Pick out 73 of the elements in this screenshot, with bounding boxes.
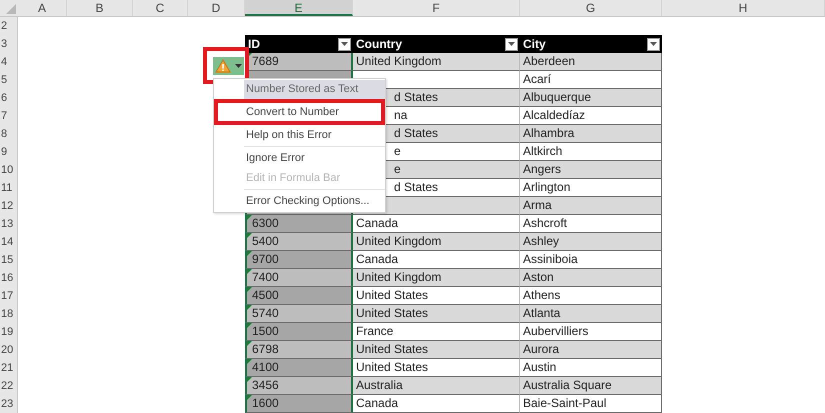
filter-button[interactable] — [338, 38, 351, 50]
filter-button[interactable] — [647, 38, 660, 50]
table-cell: Aston — [520, 269, 662, 287]
table-cell: 7400 — [245, 269, 353, 287]
table-cell: 1500 — [245, 323, 353, 341]
table-cell: Atlanta — [520, 305, 662, 323]
row-header[interactable]: 2 — [0, 17, 18, 35]
table-cell: Australia Square — [520, 377, 662, 395]
row-header[interactable]: 21 — [0, 359, 18, 377]
row-header[interactable]: 4 — [0, 53, 18, 71]
table-cell: Alhambra — [520, 125, 662, 143]
table-cell: 4100 — [245, 359, 353, 377]
table-cell: 9700 — [245, 251, 353, 269]
row-header[interactable]: 20 — [0, 341, 18, 359]
table-cell: 5740 — [245, 305, 353, 323]
row-header[interactable]: 22 — [0, 377, 18, 395]
table-cell: Arma — [520, 197, 662, 215]
caret-icon — [341, 42, 348, 46]
column-header[interactable]: E — [245, 0, 353, 16]
row-header[interactable]: 7 — [0, 107, 18, 125]
row-header[interactable]: 5 — [0, 71, 18, 89]
row-header[interactable]: 18 — [0, 305, 18, 323]
column-header[interactable]: H — [662, 0, 825, 16]
column-header[interactable]: G — [520, 0, 662, 16]
menu-header: Number Stored as Text — [244, 80, 385, 99]
table-cell: United States — [353, 341, 520, 359]
column-title: ID — [248, 37, 260, 51]
table-cell: United States — [353, 305, 520, 323]
row-header[interactable]: 11 — [0, 179, 18, 197]
column-title: City — [523, 37, 546, 51]
table-cell: Albuquerque — [520, 89, 662, 107]
column-header[interactable]: F — [353, 0, 520, 16]
row-header[interactable]: 16 — [0, 269, 18, 287]
row-header[interactable]: 12 — [0, 197, 18, 215]
table-cell: United Kingdom — [353, 233, 520, 251]
row-header[interactable]: 14 — [0, 233, 18, 251]
row-header[interactable]: 19 — [0, 323, 18, 341]
table-cell: Australia — [353, 377, 520, 395]
column-header[interactable]: A — [18, 0, 67, 16]
table-cell: 6300 — [245, 215, 353, 233]
column-header[interactable]: B — [67, 0, 133, 16]
row-header[interactable]: 9 — [0, 143, 18, 161]
warning-icon — [215, 59, 231, 73]
row-header[interactable]: 23 — [0, 395, 18, 413]
row-header[interactable]: 8 — [0, 125, 18, 143]
caret-icon — [235, 64, 242, 68]
row-header[interactable]: 17 — [0, 287, 18, 305]
row-header[interactable]: 13 — [0, 215, 18, 233]
table-cell: United Kingdom — [353, 53, 520, 71]
table-cell: Canada — [353, 395, 520, 413]
caret-icon — [650, 42, 657, 46]
table-cell: 6798 — [245, 341, 353, 359]
table-cell: 5400 — [245, 233, 353, 251]
row-header[interactable]: 15 — [0, 251, 18, 269]
caret-icon — [508, 42, 515, 46]
table-cell: United Kingdom — [353, 269, 520, 287]
table-cell: Aberdeen — [520, 53, 662, 71]
table-cell: Baie-Saint-Paul — [520, 395, 662, 413]
row-header[interactable]: 10 — [0, 161, 18, 179]
column-header[interactable]: C — [133, 0, 188, 16]
table-cell: Ashley — [520, 233, 662, 251]
table-cell: 4500 — [245, 287, 353, 305]
menu-item: Edit in Formula Bar — [245, 171, 342, 186]
column-title: Country — [356, 37, 402, 51]
menu-item[interactable]: Convert to Number — [214, 102, 385, 122]
table-cell: Angers — [520, 161, 662, 179]
table-cell: 1600 — [245, 395, 353, 413]
filter-button[interactable] — [505, 38, 518, 50]
table-cell: 3456 — [245, 377, 353, 395]
row-header[interactable]: 3 — [0, 35, 18, 53]
error-options-button[interactable] — [213, 57, 244, 75]
row-header[interactable]: 6 — [0, 89, 18, 107]
table-cell: Aurora — [520, 341, 662, 359]
